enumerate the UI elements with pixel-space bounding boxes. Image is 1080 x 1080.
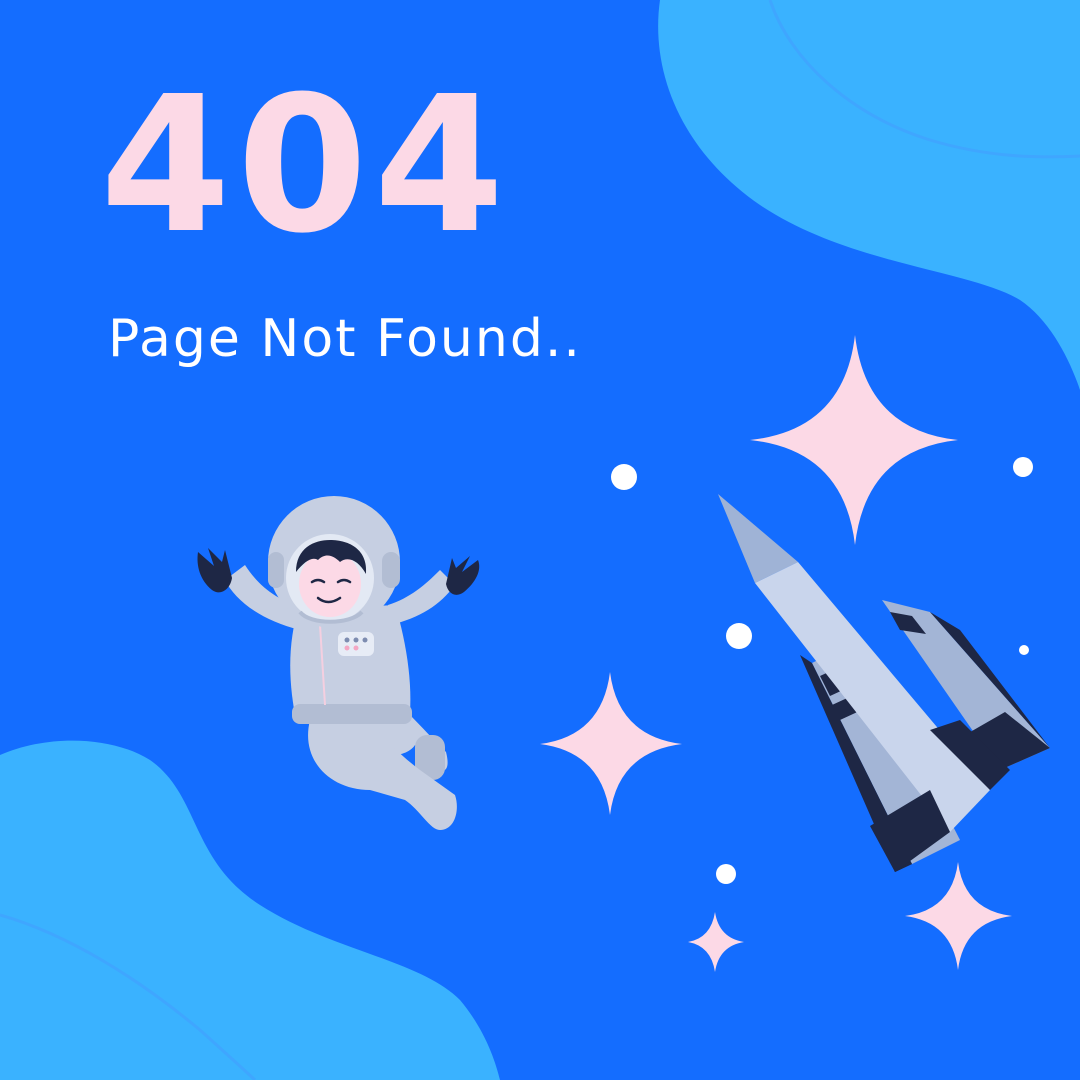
dot-star-icon (1013, 457, 1033, 477)
page-not-found-message: Page Not Found.. (108, 309, 582, 369)
sparkle-star-icon (688, 912, 744, 972)
error-code-heading: 404 (100, 56, 511, 275)
page-canvas: 404 Page Not Found.. (0, 0, 1080, 1080)
dot-star-icon (716, 864, 736, 884)
sparkle-star-icon (540, 672, 682, 815)
sparkle-star-icon (750, 335, 958, 545)
rocket-illustration (718, 494, 1050, 872)
astronaut-illustration (197, 496, 480, 830)
dot-star-icon (611, 464, 637, 490)
top-right-blob (658, 0, 1080, 390)
dot-star-icon (1019, 645, 1029, 655)
sparkle-star-icon (905, 862, 1012, 970)
dot-star-icon (726, 623, 752, 649)
